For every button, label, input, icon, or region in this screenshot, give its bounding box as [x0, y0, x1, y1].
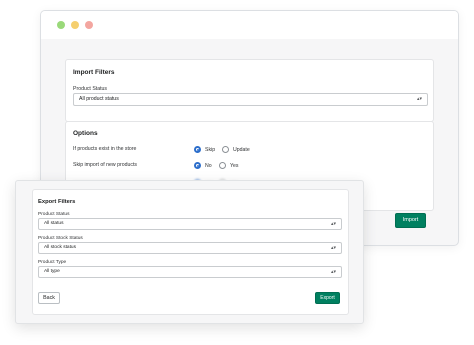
stock-status-select[interactable]: All stock status ▴▾: [38, 242, 342, 254]
options-title: Options: [73, 130, 98, 137]
updown-chevron-icon: ▴▾: [330, 221, 336, 227]
stock-status-label: Product Stock Status: [38, 236, 83, 241]
updown-chevron-icon: ▴▾: [330, 245, 336, 251]
skip-new-products-label: Skip import of new products: [73, 162, 138, 168]
product-status-select[interactable]: All product status ▴▾: [73, 93, 428, 106]
export-filters-title: Export Filters: [38, 199, 76, 205]
import-filters-card: Import Filters Product Status All produc…: [65, 59, 434, 122]
no-radio-label: No: [205, 163, 212, 169]
window-dot-yellow[interactable]: [71, 21, 79, 29]
product-type-select[interactable]: All type ▴▾: [38, 266, 342, 278]
window-dot-green[interactable]: [57, 21, 65, 29]
yes-radio-label: Yes: [230, 163, 239, 169]
export-button[interactable]: Export: [315, 292, 340, 304]
product-status-label: Product Status: [73, 86, 108, 92]
updown-chevron-icon: ▴▾: [416, 96, 422, 102]
updown-chevron-icon: ▴▾: [330, 269, 336, 275]
products-exist-label: If products exist in the store: [73, 146, 137, 152]
update-radio-label: Update: [233, 147, 250, 153]
export-window: Export Filters Product Status All status…: [15, 180, 364, 324]
yes-radio[interactable]: [219, 162, 226, 169]
no-radio[interactable]: [194, 162, 201, 169]
skip-radio-label: Skip: [205, 147, 216, 153]
import-button[interactable]: Import: [395, 213, 426, 228]
export-filters-card: Export Filters Product Status All status…: [32, 189, 349, 315]
product-type-label: Product Type: [38, 260, 67, 265]
product-status-value: All product status: [79, 96, 119, 102]
import-filters-title: Import Filters: [73, 69, 115, 76]
skip-radio[interactable]: [194, 146, 201, 153]
window-titlebar: [41, 11, 458, 39]
product-type-value: All type: [44, 269, 60, 274]
export-product-status-select[interactable]: All status ▴▾: [38, 218, 342, 230]
window-dot-red[interactable]: [85, 21, 93, 29]
stock-status-value: All stock status: [44, 245, 76, 250]
export-product-status-label: Product Status: [38, 212, 70, 217]
back-button[interactable]: Back: [38, 292, 60, 304]
update-radio[interactable]: [222, 146, 229, 153]
export-product-status-value: All status: [44, 221, 64, 226]
